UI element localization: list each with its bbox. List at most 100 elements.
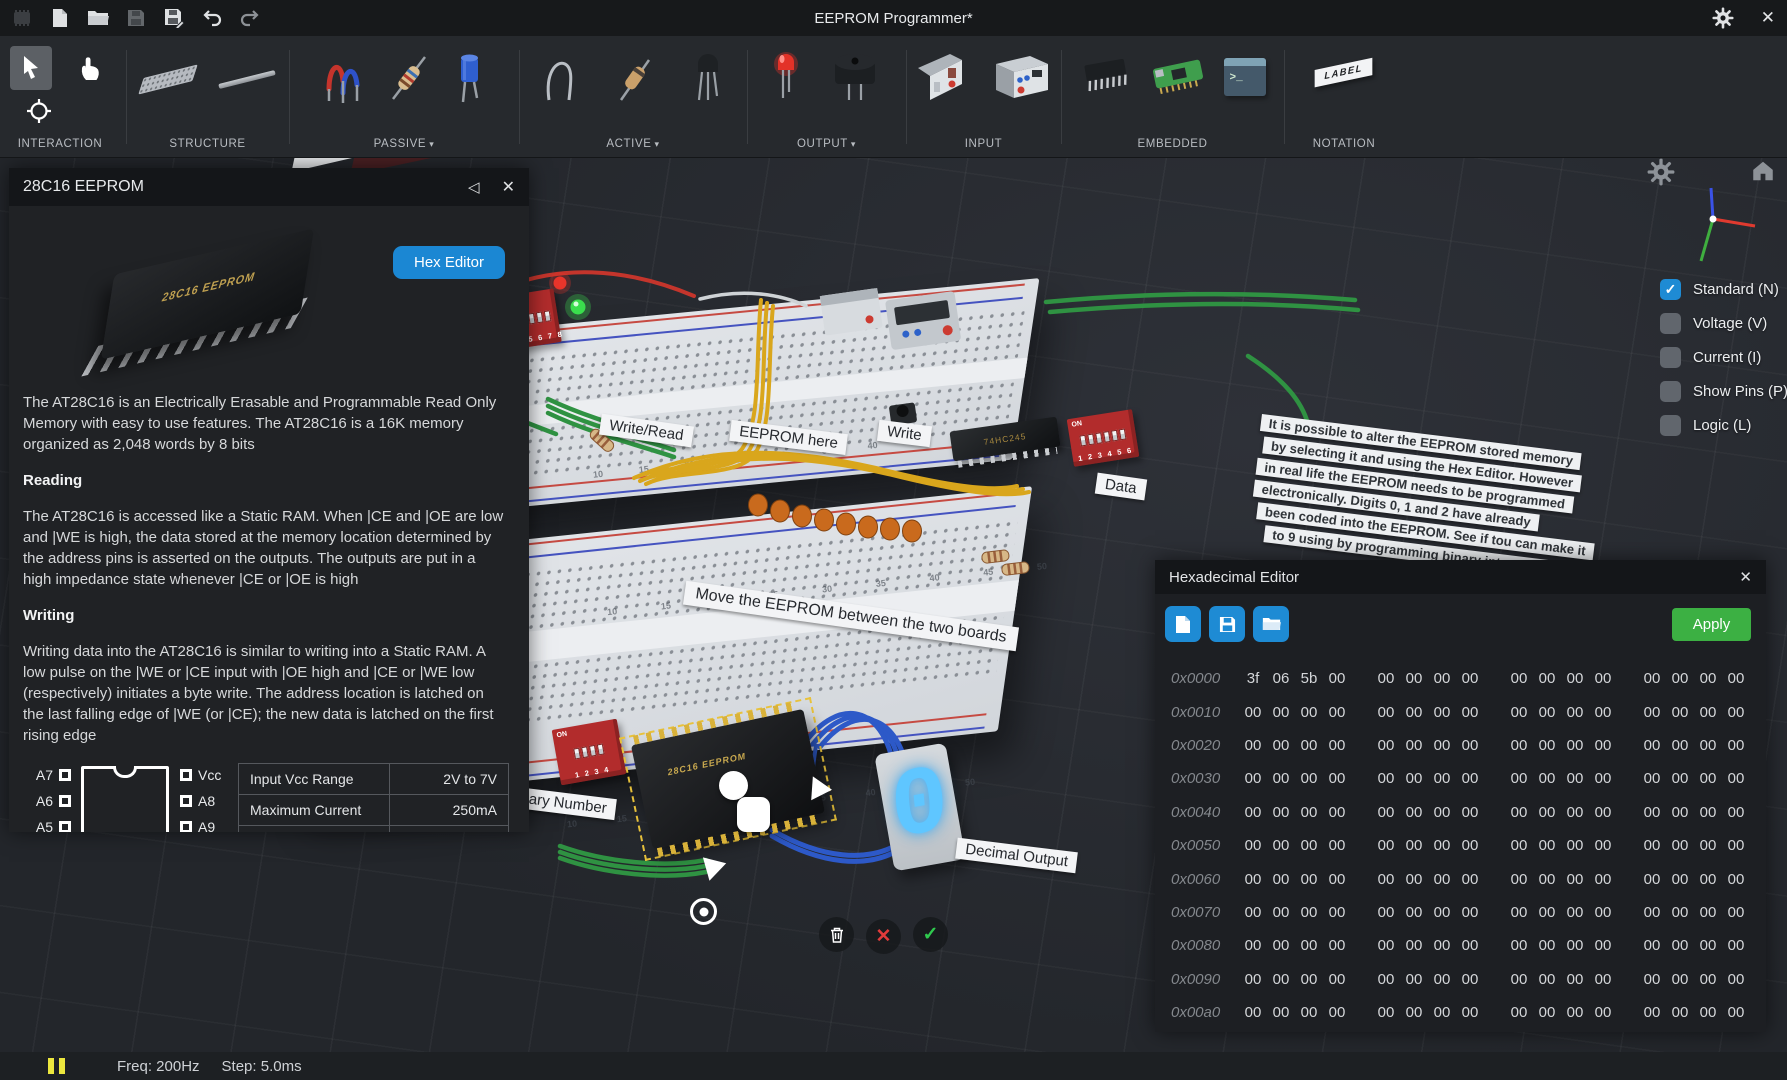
hex-byte[interactable]: 00 bbox=[1722, 704, 1750, 721]
display-option-row[interactable]: ✓ Current (I) bbox=[1660, 347, 1787, 368]
hex-byte[interactable]: 00 bbox=[1323, 670, 1351, 687]
hex-byte[interactable]: 00 bbox=[1533, 770, 1561, 787]
hex-byte[interactable]: 00 bbox=[1428, 737, 1456, 754]
save-as-icon[interactable] bbox=[162, 6, 186, 30]
scene-settings-gear-icon[interactable] bbox=[1647, 158, 1675, 186]
hex-byte[interactable]: 00 bbox=[1372, 670, 1400, 687]
hex-byte[interactable]: 00 bbox=[1456, 971, 1484, 988]
hex-byte[interactable]: 00 bbox=[1589, 937, 1617, 954]
hex-byte[interactable]: 00 bbox=[1372, 904, 1400, 921]
microcontroller-board-component-icon[interactable] bbox=[1150, 52, 1206, 101]
hex-byte[interactable]: 00 bbox=[1400, 670, 1428, 687]
redo-icon[interactable] bbox=[238, 6, 262, 30]
hex-byte[interactable]: 00 bbox=[1400, 871, 1428, 888]
hex-byte[interactable]: 00 bbox=[1694, 937, 1722, 954]
hex-byte[interactable]: 00 bbox=[1372, 770, 1400, 787]
hex-byte[interactable]: 00 bbox=[1456, 871, 1484, 888]
select-tool-button[interactable] bbox=[10, 46, 52, 90]
label-decimal-output[interactable]: Decimal Output bbox=[955, 838, 1078, 874]
hex-byte[interactable]: 00 bbox=[1638, 770, 1666, 787]
hex-byte[interactable]: 00 bbox=[1456, 770, 1484, 787]
hex-byte[interactable]: 00 bbox=[1694, 837, 1722, 854]
hex-byte[interactable]: 00 bbox=[1428, 937, 1456, 954]
checkbox[interactable]: ✓ bbox=[1660, 415, 1681, 436]
hex-byte[interactable]: 00 bbox=[1666, 971, 1694, 988]
hex-new-file-button[interactable] bbox=[1165, 606, 1201, 642]
hex-byte[interactable]: 00 bbox=[1428, 670, 1456, 687]
hex-byte[interactable]: 00 bbox=[1323, 804, 1351, 821]
hex-byte[interactable]: 00 bbox=[1505, 971, 1533, 988]
hex-byte[interactable]: 00 bbox=[1722, 871, 1750, 888]
hex-byte[interactable]: 00 bbox=[1533, 737, 1561, 754]
hex-byte[interactable]: 00 bbox=[1456, 737, 1484, 754]
window-close-icon[interactable]: ✕ bbox=[1761, 8, 1775, 28]
hex-byte[interactable]: 00 bbox=[1505, 1004, 1533, 1021]
hex-byte[interactable]: 00 bbox=[1533, 804, 1561, 821]
hex-byte[interactable]: 00 bbox=[1533, 971, 1561, 988]
label-component-icon[interactable]: LABEL bbox=[1315, 58, 1373, 88]
hex-byte[interactable]: 00 bbox=[1589, 1004, 1617, 1021]
hex-byte[interactable]: 00 bbox=[1239, 871, 1267, 888]
hex-byte[interactable]: 00 bbox=[1561, 971, 1589, 988]
hex-byte[interactable]: 00 bbox=[1589, 971, 1617, 988]
hex-byte[interactable]: 00 bbox=[1505, 937, 1533, 954]
hex-byte[interactable]: 00 bbox=[1400, 704, 1428, 721]
hex-byte[interactable]: 00 bbox=[1323, 704, 1351, 721]
hex-byte[interactable]: 00 bbox=[1561, 937, 1589, 954]
hex-byte[interactable]: 00 bbox=[1722, 770, 1750, 787]
hand-tool-button[interactable] bbox=[68, 46, 110, 90]
hex-byte[interactable]: 00 bbox=[1239, 770, 1267, 787]
apply-button[interactable]: Apply bbox=[1672, 608, 1751, 641]
hex-byte[interactable]: 00 bbox=[1505, 704, 1533, 721]
hex-byte[interactable]: 00 bbox=[1561, 770, 1589, 787]
hex-byte[interactable]: 00 bbox=[1694, 871, 1722, 888]
dip-switch-4[interactable]: ON 1 2 3 4 bbox=[552, 719, 627, 786]
hex-byte[interactable]: 00 bbox=[1428, 704, 1456, 721]
hex-byte[interactable]: 00 bbox=[1694, 770, 1722, 787]
hex-byte[interactable]: 00 bbox=[1295, 871, 1323, 888]
hex-byte[interactable]: 00 bbox=[1239, 737, 1267, 754]
hex-byte[interactable]: 00 bbox=[1589, 704, 1617, 721]
hex-byte[interactable]: 00 bbox=[1400, 937, 1428, 954]
hex-byte[interactable]: 00 bbox=[1589, 904, 1617, 921]
hex-byte[interactable]: 00 bbox=[1638, 837, 1666, 854]
hex-byte[interactable]: 00 bbox=[1400, 1004, 1428, 1021]
close-icon[interactable]: ✕ bbox=[502, 177, 515, 197]
hex-byte[interactable]: 00 bbox=[1428, 1004, 1456, 1021]
hex-byte[interactable]: 00 bbox=[1295, 737, 1323, 754]
hex-byte[interactable]: 00 bbox=[1533, 904, 1561, 921]
save-icon[interactable] bbox=[124, 6, 148, 30]
buzzer-component-icon[interactable] bbox=[827, 48, 883, 111]
hex-byte[interactable]: 00 bbox=[1533, 871, 1561, 888]
hex-byte[interactable]: 00 bbox=[1666, 704, 1694, 721]
hex-byte[interactable]: 3f bbox=[1239, 670, 1267, 687]
hex-byte[interactable]: 00 bbox=[1722, 837, 1750, 854]
hex-byte[interactable]: 00 bbox=[1638, 804, 1666, 821]
hex-byte[interactable]: 00 bbox=[1239, 1004, 1267, 1021]
hex-byte[interactable]: 00 bbox=[1722, 904, 1750, 921]
hex-byte[interactable]: 00 bbox=[1561, 1004, 1589, 1021]
hex-byte[interactable]: 00 bbox=[1694, 670, 1722, 687]
hex-byte[interactable]: 00 bbox=[1267, 770, 1295, 787]
hex-byte[interactable]: 00 bbox=[1323, 904, 1351, 921]
hex-byte[interactable]: 00 bbox=[1267, 871, 1295, 888]
hex-byte[interactable]: 00 bbox=[1323, 837, 1351, 854]
hex-byte[interactable]: 00 bbox=[1295, 770, 1323, 787]
confirm-button[interactable]: ✓ bbox=[913, 917, 948, 952]
hex-byte[interactable]: 00 bbox=[1400, 737, 1428, 754]
hex-byte[interactable]: 00 bbox=[1456, 804, 1484, 821]
hex-byte[interactable]: 00 bbox=[1722, 670, 1750, 687]
hex-byte[interactable]: 00 bbox=[1372, 937, 1400, 954]
hex-byte[interactable]: 00 bbox=[1456, 904, 1484, 921]
hex-byte[interactable]: 00 bbox=[1267, 904, 1295, 921]
hex-byte[interactable]: 00 bbox=[1372, 837, 1400, 854]
cancel-button[interactable]: ✕ bbox=[866, 919, 901, 954]
hex-byte[interactable]: 00 bbox=[1372, 971, 1400, 988]
hex-byte[interactable]: 00 bbox=[1666, 904, 1694, 921]
hex-byte[interactable]: 00 bbox=[1239, 904, 1267, 921]
hex-save-button[interactable] bbox=[1209, 606, 1245, 642]
hex-byte[interactable]: 00 bbox=[1239, 704, 1267, 721]
hex-byte[interactable]: 00 bbox=[1666, 871, 1694, 888]
hex-byte[interactable]: 00 bbox=[1428, 971, 1456, 988]
hex-byte[interactable]: 00 bbox=[1666, 737, 1694, 754]
